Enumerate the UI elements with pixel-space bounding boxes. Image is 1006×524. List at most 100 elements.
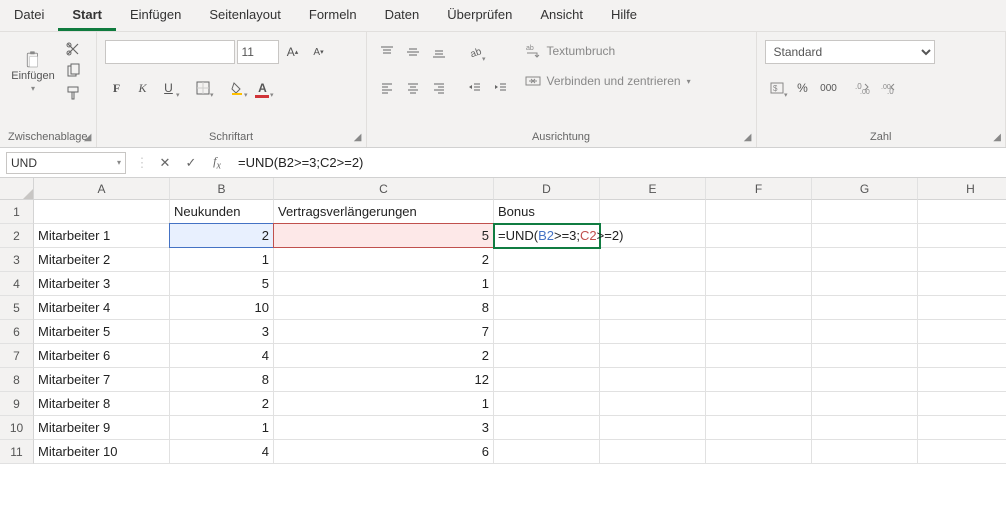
cell[interactable] — [600, 248, 706, 272]
merge-center-button[interactable]: Verbinden und zentrieren ▾ — [519, 68, 697, 94]
col-header[interactable]: C — [274, 178, 494, 200]
cell[interactable] — [706, 296, 812, 320]
cell[interactable] — [918, 392, 1006, 416]
fill-color-button[interactable]: ▾ — [225, 76, 249, 100]
font-size-select[interactable] — [237, 40, 279, 64]
cell[interactable] — [812, 296, 918, 320]
decrease-font-button[interactable]: A▾ — [307, 40, 331, 64]
cell[interactable] — [600, 368, 706, 392]
align-middle-button[interactable] — [401, 40, 425, 64]
cell[interactable] — [600, 200, 706, 224]
tab-seitenlayout[interactable]: Seitenlayout — [195, 0, 295, 31]
font-name-select[interactable] — [105, 40, 235, 64]
tab-hilfe[interactable]: Hilfe — [597, 0, 651, 31]
cell[interactable]: Mitarbeiter 7 — [34, 368, 170, 392]
cell[interactable] — [600, 272, 706, 296]
cell[interactable] — [706, 368, 812, 392]
cell[interactable] — [494, 440, 600, 464]
cell[interactable]: 8 — [274, 296, 494, 320]
comma-style-button[interactable]: 000 — [817, 76, 841, 100]
cell[interactable]: 2 — [274, 344, 494, 368]
cell[interactable] — [812, 248, 918, 272]
cut-icon[interactable] — [64, 40, 82, 58]
cell[interactable]: Bonus — [494, 200, 600, 224]
cell[interactable] — [494, 272, 600, 296]
cell[interactable]: 5 — [274, 224, 494, 248]
cell[interactable] — [918, 272, 1006, 296]
row-header[interactable]: 4 — [0, 272, 34, 296]
tab-datei[interactable]: Datei — [0, 0, 58, 31]
cell[interactable] — [600, 320, 706, 344]
col-header[interactable]: A — [34, 178, 170, 200]
cell[interactable] — [918, 344, 1006, 368]
cell[interactable]: Vertragsverlängerungen — [274, 200, 494, 224]
cell[interactable] — [706, 224, 812, 248]
cell[interactable] — [812, 200, 918, 224]
cell[interactable] — [494, 320, 600, 344]
cell[interactable]: 6 — [274, 440, 494, 464]
row-header[interactable]: 9 — [0, 392, 34, 416]
row-header[interactable]: 10 — [0, 416, 34, 440]
col-header[interactable]: E — [600, 178, 706, 200]
cell[interactable] — [812, 320, 918, 344]
cell[interactable]: 1 — [274, 392, 494, 416]
cell[interactable] — [918, 368, 1006, 392]
cell[interactable]: 7 — [274, 320, 494, 344]
cell[interactable]: 3 — [170, 320, 274, 344]
cell[interactable] — [812, 440, 918, 464]
cell[interactable] — [600, 392, 706, 416]
cell[interactable] — [918, 416, 1006, 440]
increase-decimal-button[interactable]: .0.00 — [851, 76, 875, 100]
cell-active[interactable]: =UND(B2>=3;C2>=2) — [494, 224, 600, 248]
format-painter-icon[interactable] — [64, 84, 82, 102]
bold-button[interactable]: F — [105, 76, 129, 100]
cell[interactable] — [812, 392, 918, 416]
wrap-text-button[interactable]: ab Textumbruch — [519, 38, 697, 64]
cell[interactable]: Mitarbeiter 5 — [34, 320, 170, 344]
cell[interactable]: 1 — [170, 248, 274, 272]
col-header[interactable]: D — [494, 178, 600, 200]
cell[interactable] — [918, 200, 1006, 224]
cell[interactable]: 12 — [274, 368, 494, 392]
cell[interactable] — [706, 320, 812, 344]
tab-ueberpruefen[interactable]: Überprüfen — [433, 0, 526, 31]
orientation-button[interactable]: ab▾ — [463, 40, 487, 64]
cell[interactable] — [706, 272, 812, 296]
tab-ansicht[interactable]: Ansicht — [526, 0, 597, 31]
cell[interactable] — [494, 368, 600, 392]
accounting-format-button[interactable]: $▾ — [765, 76, 789, 100]
cell[interactable]: 1 — [170, 416, 274, 440]
cell[interactable] — [600, 344, 706, 368]
cell[interactable] — [706, 344, 812, 368]
row-header[interactable]: 1 — [0, 200, 34, 224]
cell[interactable] — [706, 416, 812, 440]
cell[interactable] — [494, 392, 600, 416]
formula-input[interactable] — [230, 152, 1006, 174]
cell[interactable] — [918, 320, 1006, 344]
row-header[interactable]: 11 — [0, 440, 34, 464]
col-header[interactable]: B — [170, 178, 274, 200]
row-header[interactable]: 5 — [0, 296, 34, 320]
cell[interactable]: 5 — [170, 272, 274, 296]
row-header[interactable]: 7 — [0, 344, 34, 368]
align-top-button[interactable] — [375, 40, 399, 64]
cell[interactable]: Mitarbeiter 6 — [34, 344, 170, 368]
cell[interactable]: 8 — [170, 368, 274, 392]
accept-formula-button[interactable]: ✓ — [178, 152, 204, 174]
cell[interactable]: Mitarbeiter 4 — [34, 296, 170, 320]
row-header[interactable]: 6 — [0, 320, 34, 344]
tab-start[interactable]: Start — [58, 0, 116, 31]
col-header[interactable]: G — [812, 178, 918, 200]
cell[interactable]: Neukunden — [170, 200, 274, 224]
cell[interactable] — [812, 224, 918, 248]
cell[interactable] — [600, 296, 706, 320]
col-header[interactable]: F — [706, 178, 812, 200]
cell[interactable] — [812, 272, 918, 296]
borders-button[interactable]: ▾ — [191, 76, 215, 100]
cell[interactable]: Mitarbeiter 8 — [34, 392, 170, 416]
row-header[interactable]: 3 — [0, 248, 34, 272]
align-right-button[interactable] — [427, 76, 451, 100]
cells-area[interactable]: Neukunden Vertragsverlängerungen Bonus M… — [34, 200, 1006, 464]
font-color-button[interactable]: A▾ — [251, 76, 275, 100]
cell[interactable]: 2 — [170, 392, 274, 416]
